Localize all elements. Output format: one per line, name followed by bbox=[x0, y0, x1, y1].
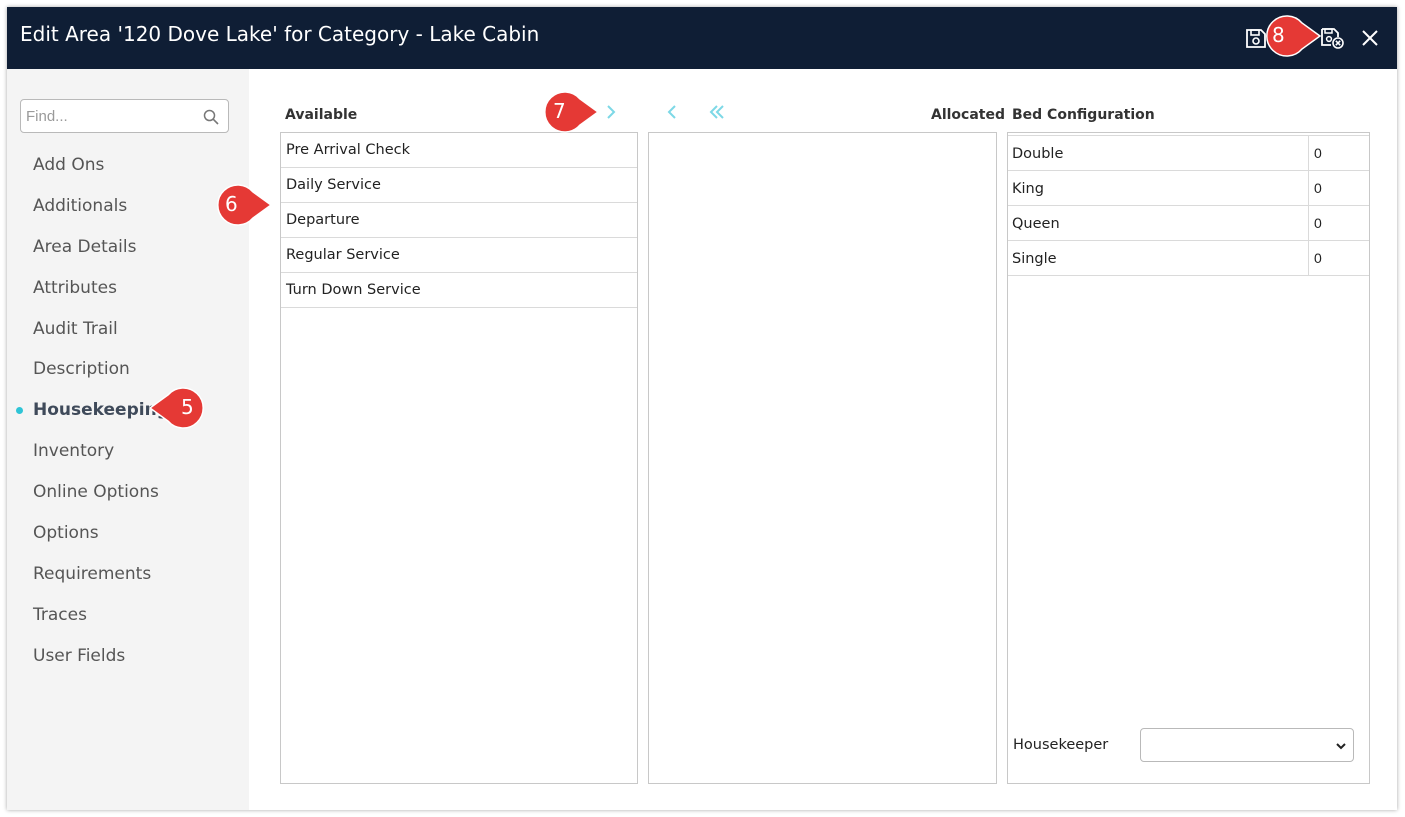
active-indicator-dot bbox=[16, 407, 23, 415]
close-icon bbox=[1362, 30, 1378, 46]
sidebar-item-label: Description bbox=[33, 359, 130, 380]
housekeeper-label: Housekeeper bbox=[1013, 737, 1109, 753]
sidebar-item-label: Add Ons bbox=[33, 155, 105, 175]
sidebar-item-label: User Fields bbox=[33, 645, 126, 666]
sidebar-item-attributes[interactable]: Attributes bbox=[7, 268, 249, 309]
bed-row-single: Single 0 bbox=[1008, 241, 1369, 276]
available-label: Available bbox=[285, 107, 358, 123]
close-button[interactable] bbox=[1357, 25, 1383, 51]
move-all-left-button[interactable] bbox=[707, 102, 727, 122]
save-and-close-button[interactable] bbox=[1319, 25, 1345, 51]
allocated-label: Allocated bbox=[931, 107, 1006, 123]
search-icon[interactable] bbox=[203, 109, 219, 125]
sidebar-item-options[interactable]: Options bbox=[7, 513, 249, 554]
callout-number: 5 bbox=[181, 395, 194, 419]
sidebar-item-online-options[interactable]: Online Options bbox=[7, 472, 249, 513]
edit-area-dialog: Edit Area '120 Dove Lake' for Category -… bbox=[7, 7, 1397, 810]
title-bar: Edit Area '120 Dove Lake' for Category -… bbox=[7, 7, 1397, 69]
bed-configuration-label: Bed Configuration bbox=[1012, 107, 1155, 123]
save-close-icon bbox=[1321, 28, 1344, 49]
bed-row-double: Double 0 bbox=[1008, 136, 1369, 171]
callout-number: 6 bbox=[225, 192, 238, 216]
find-input[interactable] bbox=[26, 106, 196, 126]
dialog-title: Edit Area '120 Dove Lake' for Category -… bbox=[20, 22, 540, 46]
available-item-pre-arrival-check[interactable]: Pre Arrival Check bbox=[281, 133, 637, 168]
callout-7: 7 bbox=[528, 89, 600, 135]
housekeeper-select[interactable] bbox=[1140, 728, 1354, 762]
sidebar-item-requirements[interactable]: Requirements bbox=[7, 554, 249, 595]
find-box bbox=[20, 99, 229, 133]
bed-count-input[interactable]: 0 bbox=[1308, 171, 1370, 206]
bed-count-input[interactable]: 0 bbox=[1308, 206, 1370, 241]
bed-configuration-panel: Double 0 King 0 Queen 0 Single 0 bbox=[1007, 132, 1370, 784]
callout-marker-icon bbox=[1266, 15, 1322, 57]
bed-row-queen: Queen 0 bbox=[1008, 206, 1369, 241]
move-left-button[interactable] bbox=[662, 102, 682, 122]
sidebar-item-label: Area Details bbox=[33, 236, 137, 257]
allocated-list[interactable] bbox=[648, 132, 997, 784]
callout-number: 7 bbox=[553, 99, 566, 123]
chevron-left-icon bbox=[667, 105, 676, 119]
sidebar-item-label: Attributes bbox=[33, 277, 117, 298]
sidebar-item-add-ons[interactable]: Add Ons bbox=[7, 145, 249, 186]
callout-number: 8 bbox=[1272, 23, 1285, 47]
available-item-regular-service[interactable]: Regular Service bbox=[281, 238, 637, 273]
sidebar-item-inventory[interactable]: Inventory bbox=[7, 431, 249, 472]
callout-6: 6 bbox=[203, 182, 275, 228]
bed-count-input[interactable]: 0 bbox=[1308, 241, 1370, 276]
bed-count-input[interactable]: 0 bbox=[1308, 136, 1370, 171]
sidebar-item-user-fields[interactable]: User Fields bbox=[7, 636, 249, 677]
available-item-departure[interactable]: Departure bbox=[281, 203, 637, 238]
sidebar-item-area-details[interactable]: Area Details bbox=[7, 227, 249, 268]
bed-name: King bbox=[1012, 181, 1044, 197]
sidebar-item-label: Inventory bbox=[33, 441, 115, 462]
sidebar-item-label: Traces bbox=[33, 604, 87, 625]
sidebar: Add Ons Additionals Area Details Attribu… bbox=[7, 69, 249, 810]
chevron-right-icon bbox=[607, 105, 616, 119]
callout-5: 5 bbox=[146, 385, 218, 431]
bed-name: Queen bbox=[1012, 216, 1060, 232]
available-item-turn-down-service[interactable]: Turn Down Service bbox=[281, 273, 637, 308]
sidebar-item-label: Requirements bbox=[33, 563, 152, 584]
bed-configuration-table: Double 0 King 0 Queen 0 Single 0 bbox=[1008, 135, 1369, 276]
sidebar-item-label: Online Options bbox=[33, 482, 159, 503]
sidebar-item-audit-trail[interactable]: Audit Trail bbox=[7, 309, 249, 350]
available-item-daily-service[interactable]: Daily Service bbox=[281, 168, 637, 203]
sidebar-item-label: Additionals bbox=[33, 195, 128, 216]
sidebar-item-label: Audit Trail bbox=[33, 318, 118, 339]
bed-name: Single bbox=[1012, 251, 1057, 267]
callout-marker-icon bbox=[217, 184, 273, 226]
sidebar-item-traces[interactable]: Traces bbox=[7, 595, 249, 636]
available-list: Pre Arrival Check Daily Service Departur… bbox=[280, 132, 638, 784]
sidebar-item-label: Options bbox=[33, 523, 99, 544]
bed-name: Double bbox=[1012, 146, 1064, 162]
move-right-button[interactable] bbox=[601, 102, 621, 122]
bed-row-king: King 0 bbox=[1008, 171, 1369, 206]
callout-8: 8 bbox=[1250, 13, 1322, 59]
chevron-down-icon bbox=[1336, 743, 1346, 750]
double-chevron-left-icon bbox=[709, 105, 724, 119]
